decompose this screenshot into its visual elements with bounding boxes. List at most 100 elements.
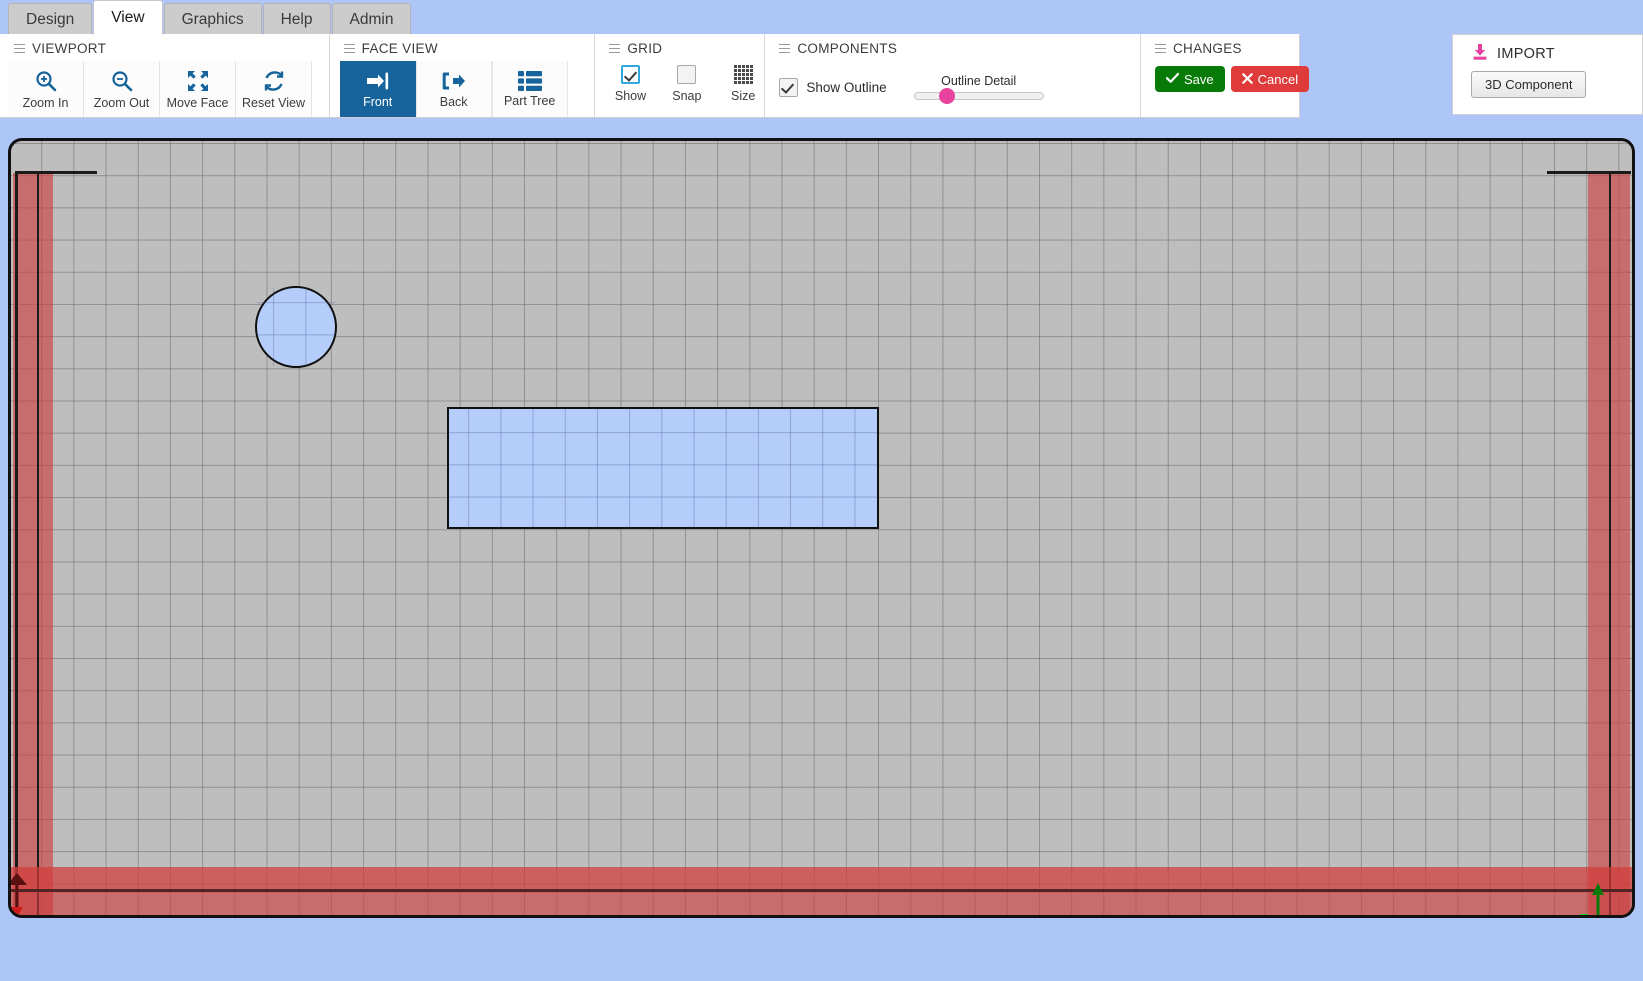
tab-label: Design (26, 10, 75, 28)
face-view-back-button[interactable]: Back (415, 61, 492, 117)
viewport-button-row: Zoom In Zoom Out Move Face Reset View (0, 61, 329, 117)
wall-right-edge-inner (1609, 173, 1611, 915)
check-icon (1165, 72, 1180, 87)
tab-design[interactable]: Design (8, 3, 93, 35)
hamburger-icon (1154, 44, 1166, 53)
import-panel: IMPORT 3D Component (1452, 34, 1643, 115)
save-label: Save (1183, 71, 1214, 87)
ribbon-toolbar: VIEWPORT Zoom In Zoom Out Move Face Rese… (0, 34, 1310, 118)
cancel-button[interactable]: Cancel (1230, 66, 1310, 92)
circle-grid-overlay (257, 288, 335, 366)
show-outline-checkbox[interactable] (779, 77, 799, 97)
grid-show-toggle[interactable]: Show (609, 61, 651, 103)
outline-detail-slider[interactable] (913, 88, 1044, 104)
main-tab-bar: Design View Graphics Help Admin (0, 0, 1643, 35)
reset-view-button[interactable]: Reset View (236, 61, 312, 117)
ribbon-group-changes: CHANGES Save Cancel (1141, 34, 1310, 117)
button-label: Zoom Out (93, 95, 150, 110)
import-title-label: IMPORT (1497, 46, 1555, 62)
import-3d-component-button[interactable]: 3D Component (1471, 71, 1587, 98)
hamburger-icon (343, 44, 355, 53)
grid-show-label: Show (614, 89, 647, 103)
reset-view-icon (262, 69, 286, 93)
move-face-button[interactable]: Move Face (160, 61, 236, 117)
show-outline-label: Show Outline (806, 79, 887, 95)
grid-size-button[interactable]: Size (722, 61, 764, 103)
group-title-viewport: VIEWPORT (0, 34, 329, 61)
outline-detail-slider-thumb[interactable] (938, 88, 955, 104)
button-label: Back (439, 94, 468, 109)
zoom-in-icon (34, 69, 58, 93)
group-title-label: VIEWPORT (32, 41, 107, 56)
ribbon-group-face-view: FACE VIEW Front Back Part Tree (330, 34, 596, 117)
group-title-grid: GRID (595, 34, 764, 61)
ribbon-group-components: COMPONENTS Show Outline Outline Detail (765, 34, 1141, 117)
group-title-changes: CHANGES (1141, 34, 1299, 61)
wall-left[interactable] (13, 173, 53, 915)
face-view-button-row: Front Back Part Tree (330, 61, 595, 117)
wall-left-cap (15, 171, 97, 174)
button-label: Reset View (242, 95, 305, 110)
circle-component[interactable] (255, 286, 337, 368)
import-button-label: 3D Component (1485, 77, 1573, 92)
axis-gizmo (1579, 879, 1629, 915)
tab-label: View (111, 9, 145, 26)
grid-size-label: Size (731, 89, 756, 103)
grid-show-checkbox[interactable] (621, 65, 641, 84)
group-title-label: FACE VIEW (361, 41, 438, 56)
button-label: Zoom In (22, 95, 69, 110)
group-title-face-view: FACE VIEW (330, 34, 595, 61)
rectangle-component[interactable] (447, 407, 879, 529)
origin-marker (11, 871, 41, 915)
show-outline-toggle[interactable]: Show Outline (779, 77, 887, 97)
grid-snap-toggle[interactable]: Snap (666, 61, 708, 103)
tab-label: Graphics (181, 10, 244, 28)
rectangle-grid-overlay (449, 409, 877, 527)
axis-x-arrow (1580, 914, 1588, 915)
part-tree-icon (517, 70, 542, 91)
ribbon-group-grid: GRID Show Snap Size (595, 34, 766, 117)
cancel-label: Cancel (1257, 71, 1299, 87)
import-panel-title: IMPORT (1453, 35, 1642, 71)
components-controls-row: Show Outline Outline Detail (765, 61, 1140, 113)
face-view-front-button[interactable]: Front (339, 61, 416, 117)
hamburger-icon (779, 44, 791, 53)
dotgrid-icon (733, 65, 753, 84)
tab-graphics[interactable]: Graphics (163, 3, 262, 35)
grid-snap-checkbox[interactable] (677, 65, 697, 84)
wall-right-cap (1547, 171, 1631, 174)
arrow-into-icon (366, 70, 390, 92)
save-button[interactable]: Save (1154, 66, 1225, 92)
tab-help[interactable]: Help (262, 3, 331, 35)
design-canvas[interactable] (8, 138, 1635, 918)
tab-view[interactable]: View (93, 0, 163, 35)
button-label: Part Tree (503, 93, 556, 108)
grid-snap-label: Snap (672, 89, 702, 103)
button-label: Front (363, 94, 393, 109)
outline-detail-slider-wrap: Outline Detail (913, 74, 1045, 104)
tab-label: Admin (349, 10, 394, 28)
close-icon (1241, 72, 1253, 87)
outline-detail-label: Outline Detail (941, 74, 1017, 88)
group-title-components: COMPONENTS (765, 34, 1140, 61)
design-viewport[interactable] (8, 138, 1635, 918)
tab-admin[interactable]: Admin (331, 3, 412, 35)
wall-left-edge-outer (15, 173, 18, 915)
grid-controls-row: Show Snap Size (595, 61, 764, 103)
group-title-label: GRID (627, 41, 663, 56)
group-title-label: COMPONENTS (797, 41, 898, 56)
axis-y-arrow (1592, 883, 1604, 915)
face-view-part-tree-button[interactable]: Part Tree (491, 61, 568, 117)
zoom-in-button[interactable]: Zoom In (8, 61, 84, 117)
button-label: Move Face (166, 95, 229, 110)
hamburger-icon (14, 44, 25, 53)
wall-left-edge-inner (37, 173, 39, 915)
move-face-icon (186, 69, 210, 93)
group-title-label: CHANGES (1172, 41, 1242, 56)
hamburger-icon (609, 44, 621, 53)
zoom-out-button[interactable]: Zoom Out (84, 61, 160, 117)
floor-accent-band (11, 867, 1632, 893)
download-icon (1471, 43, 1489, 65)
changes-button-row: Save Cancel (1141, 61, 1310, 92)
zoom-out-icon (110, 69, 134, 93)
